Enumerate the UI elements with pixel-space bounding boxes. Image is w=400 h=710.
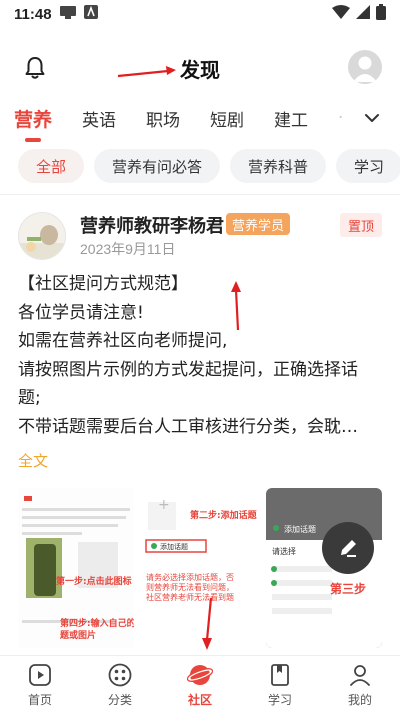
community-icon xyxy=(186,662,214,688)
image-annotation: 社区营养老师无法看到题 xyxy=(146,593,234,602)
author-badge: 营养学员 xyxy=(226,213,291,235)
wifi-icon xyxy=(332,5,350,23)
post-body[interactable]: 【社区提问方式规范】 各位学员请注意! 如需在营养社区向老师提问, 请按照图片示… xyxy=(18,270,382,441)
chevron-down-icon[interactable] xyxy=(360,106,384,130)
post-date: 2023年9月11日 xyxy=(80,241,176,257)
user-avatar[interactable] xyxy=(348,50,382,84)
nav-community[interactable]: 社区 xyxy=(160,656,240,710)
post-image-2[interactable]: + 第二步:添加话题 添加话题 请务必选择添加话题，否 则营养师无法看到问题， … xyxy=(142,488,258,648)
image-annotation: 第三步 xyxy=(330,582,367,596)
signal-icon xyxy=(356,5,370,23)
image-annotation: 第一步:点击此图标 xyxy=(56,577,132,587)
chip-science[interactable]: 营养科普 xyxy=(230,149,327,183)
post-image-1[interactable]: 第一步:点击此图标 第四步:输入自己的问 题或图片 xyxy=(18,488,134,648)
nav-label: 学习 xyxy=(267,693,292,707)
battery-icon xyxy=(376,4,386,24)
author-name[interactable]: 营养师教研李杨君 xyxy=(80,212,224,238)
status-bar: 11:48 xyxy=(0,0,400,28)
nav-label: 社区 xyxy=(187,693,212,707)
profile-icon xyxy=(347,662,373,688)
tab-overflow: · xyxy=(338,108,344,128)
add-icon: + xyxy=(158,497,170,513)
nav-label: 首页 xyxy=(27,693,52,707)
read-more-link[interactable]: 全文 xyxy=(18,450,48,471)
post-line: 如需在营养社区向老师提问, xyxy=(18,331,228,351)
compose-button[interactable] xyxy=(322,522,374,574)
tab-english[interactable]: 英语 xyxy=(82,106,116,131)
nav-category[interactable]: 分类 xyxy=(80,656,160,710)
category-icon xyxy=(107,662,133,688)
divider xyxy=(0,194,400,195)
post-line: 题; xyxy=(18,388,41,408)
chip-study[interactable]: 学习 xyxy=(336,149,400,183)
pinned-badge: 置顶 xyxy=(339,213,382,237)
nav-profile[interactable]: 我的 xyxy=(320,656,400,710)
image-annotation: 第二步:添加话题 xyxy=(190,511,257,521)
study-icon xyxy=(267,662,293,688)
tab-short-drama[interactable]: 短剧 xyxy=(210,106,244,131)
app-notification-icon xyxy=(83,5,98,23)
chip-qa[interactable]: 营养有问必答 xyxy=(94,149,221,183)
chip-all[interactable]: 全部 xyxy=(18,149,85,183)
image-annotation: 添加话题 xyxy=(160,543,188,551)
image-annotation: 添加话题 xyxy=(284,525,316,534)
tab-construction[interactable]: 建工 xyxy=(274,106,308,131)
image-annotation: 题或图片 xyxy=(60,631,97,641)
author-avatar[interactable] xyxy=(18,212,66,260)
nav-study[interactable]: 学习 xyxy=(240,656,320,710)
page-title: 发现 xyxy=(180,58,220,82)
bottom-nav: 首页 分类 社区 学习 我的 xyxy=(0,655,400,710)
post-line: 各位学员请注意! xyxy=(18,302,144,323)
post-line: 【社区提问方式规范】 xyxy=(18,274,188,294)
nav-home[interactable]: 首页 xyxy=(0,656,80,710)
nav-label: 我的 xyxy=(347,693,372,707)
status-time: 11:48 xyxy=(14,5,52,23)
pencil-icon xyxy=(341,540,356,557)
post-line: 不带话题需要后台人工审核进行分类，会耽… xyxy=(18,416,358,437)
home-icon xyxy=(27,662,53,688)
nav-label: 分类 xyxy=(107,693,132,707)
category-tabs: 营养 英语 职场 短剧 建工 · xyxy=(0,98,400,138)
tab-workplace[interactable]: 职场 xyxy=(146,106,180,131)
post-line: 请按照图片示例的方式发起提问，正确选择话 xyxy=(18,359,358,380)
header: 发现 xyxy=(0,44,400,92)
filter-chips: 全部 营养有问必答 营养科普 学习 xyxy=(0,148,400,184)
tab-nutrition[interactable]: 营养 xyxy=(14,105,52,132)
notification-icon xyxy=(59,5,76,23)
image-annotation: 请选择 xyxy=(272,547,296,556)
